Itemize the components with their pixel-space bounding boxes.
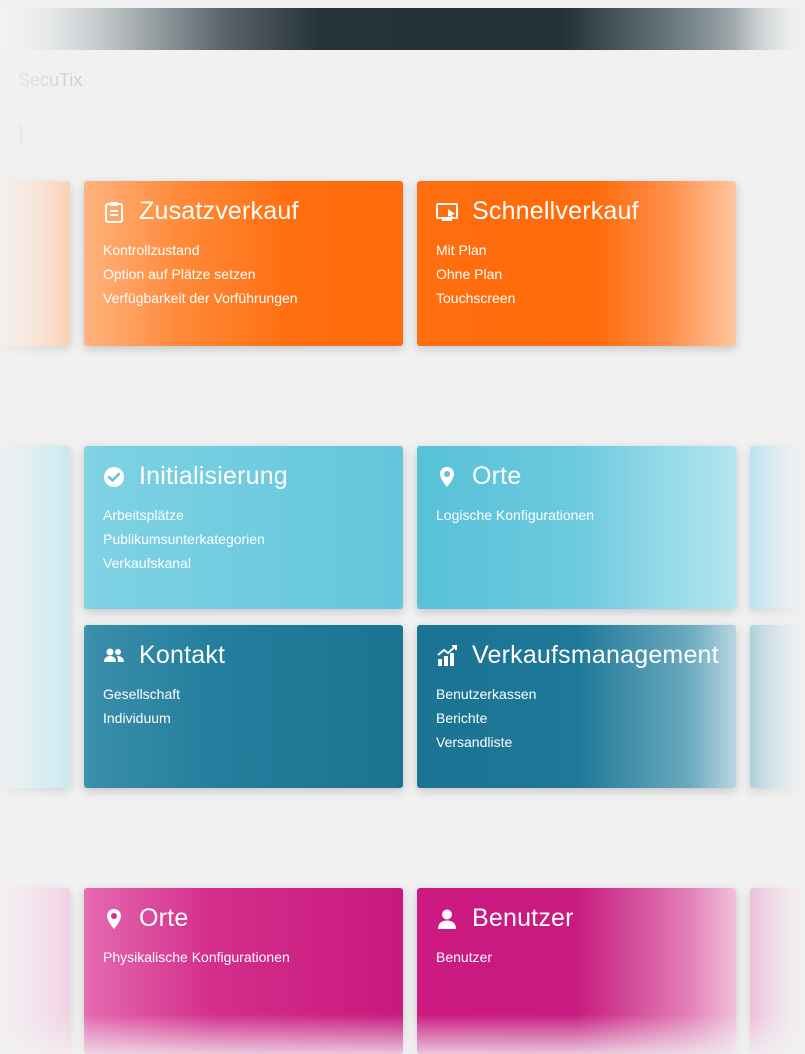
link-versandliste[interactable]: Versandliste	[436, 730, 536, 754]
tile-schnellverkauf[interactable]: Schnellverkauf Mit Plan Ohne Plan Touchs…	[417, 181, 736, 346]
link-benutzer[interactable]: Benutzer	[436, 945, 492, 969]
tile-title: Zusatzverkauf	[139, 197, 299, 225]
link-ohne-plan[interactable]: Ohne Plan	[436, 262, 515, 286]
tile-orte-logisch[interactable]: Orte Logische Konfigurationen	[417, 446, 736, 609]
tile-initialisierung[interactable]: Initialisierung Arbeitsplätze Publikumsu…	[84, 446, 403, 609]
tile-header: Kontakt	[103, 641, 225, 670]
tile-kontakt[interactable]: Kontakt Gesellschaft Individuum	[84, 625, 403, 788]
tile-header: Benutzer	[436, 904, 574, 933]
link-verkaufskanal[interactable]: Verkaufskanal	[103, 551, 265, 575]
link-option-plaetze[interactable]: Option auf Plätze setzen	[103, 262, 298, 286]
tile-header: Zusatzverkauf	[103, 197, 299, 226]
link-publikumsunterkategorien[interactable]: Publikumsunterkategorien	[103, 527, 265, 551]
tile-left-edge-magenta[interactable]	[0, 888, 70, 1054]
map-marker-icon	[107, 908, 121, 929]
link-logische-konfigurationen[interactable]: Logische Konfigurationen	[436, 503, 594, 527]
tile-right-edge-magenta[interactable]	[750, 888, 805, 1054]
tile-title: Schnellverkauf	[472, 197, 639, 225]
tile-orte-physikalisch[interactable]: Orte Physikalische Konfigurationen	[84, 888, 403, 1054]
tile-benutzer[interactable]: Benutzer Benutzer	[417, 888, 736, 1054]
clipboard-icon	[105, 201, 123, 223]
link-berichte[interactable]: Berichte	[436, 706, 536, 730]
link-physikalische-konfigurationen[interactable]: Physikalische Konfigurationen	[103, 945, 290, 969]
tile-title: Verkaufsmanagement	[472, 641, 719, 669]
link-touchscreen[interactable]: Touchscreen	[436, 286, 515, 310]
link-verfuegbarkeit[interactable]: Verfügbarkeit der Vorführungen	[103, 286, 298, 310]
tile-header: Schnellverkauf	[436, 197, 639, 226]
link-individuum[interactable]: Individuum	[103, 706, 180, 730]
tile-header: Verkaufsmanagement	[436, 641, 719, 670]
tile-header: Initialisierung	[103, 462, 288, 491]
tile-title: Orte	[472, 462, 522, 490]
tile-title: Orte	[139, 904, 189, 932]
link-benutzerkassen[interactable]: Benutzerkassen	[436, 682, 536, 706]
tile-title: Kontakt	[139, 641, 226, 669]
tile-links: Physikalische Konfigurationen	[103, 945, 290, 969]
link-gesellschaft[interactable]: Gesellschaft	[103, 682, 180, 706]
link-arbeitsplaetze[interactable]: Arbeitsplätze	[103, 503, 265, 527]
page-subtitle: |	[18, 120, 24, 145]
screen-cursor-icon	[436, 202, 458, 221]
tile-links: Logische Konfigurationen	[436, 503, 594, 527]
tile-title: Initialisierung	[139, 462, 288, 490]
tile-links: Mit Plan Ohne Plan Touchscreen	[436, 238, 515, 310]
tile-links: Benutzerkassen Berichte Versandliste	[436, 682, 536, 754]
tile-links: Kontrollzustand Option auf Plätze setzen…	[103, 238, 298, 310]
tile-links: Arbeitsplätze Publikumsunterkategorien V…	[103, 503, 265, 575]
tile-header: Orte	[436, 462, 521, 491]
tile-header: Orte	[103, 904, 188, 933]
tile-links: Benutzer	[436, 945, 492, 969]
link-kontrollzustand[interactable]: Kontrollzustand	[103, 238, 298, 262]
check-circle-icon	[104, 466, 124, 487]
user-icon	[438, 909, 456, 929]
chart-icon	[437, 644, 457, 666]
users-icon	[104, 648, 124, 662]
link-mit-plan[interactable]: Mit Plan	[436, 238, 515, 262]
tile-links: Gesellschaft Individuum	[103, 682, 180, 730]
brand-name: SecuTix	[18, 70, 83, 90]
tile-left-edge-orange[interactable]	[0, 181, 70, 346]
tile-left-edge-cyan[interactable]	[0, 446, 70, 788]
map-marker-icon	[440, 466, 454, 487]
tile-zusatzverkauf[interactable]: Zusatzverkauf Kontrollzustand Option auf…	[84, 181, 403, 346]
top-navigation-bar	[0, 8, 805, 50]
tile-verkaufsmanagement[interactable]: Verkaufsmanagement Benutzerkassen Berich…	[417, 625, 736, 788]
tile-right-edge-teal[interactable]	[750, 625, 805, 788]
tile-title: Benutzer	[472, 904, 574, 932]
tile-right-edge-cyan[interactable]	[750, 446, 805, 609]
